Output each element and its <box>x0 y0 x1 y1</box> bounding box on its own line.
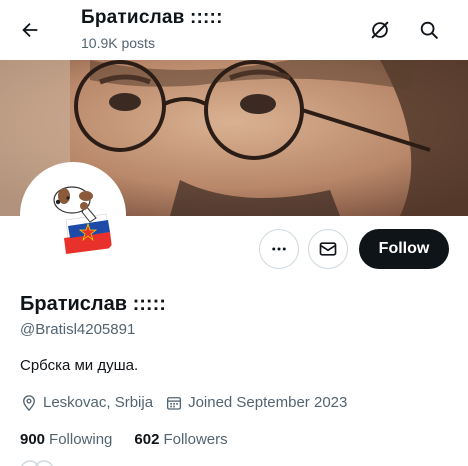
header-title: Братислав ::::: <box>81 7 223 28</box>
display-name: Братислав ::::: <box>20 293 166 315</box>
envelope-icon <box>319 242 337 256</box>
profile-meta: Leskovac, Srbija Joined September 2023 <box>20 393 359 413</box>
joined-item: Joined September 2023 <box>165 393 347 413</box>
grok-icon <box>371 21 389 39</box>
user-handle: @Bratisl4205891 <box>20 321 136 338</box>
grok-button[interactable] <box>364 14 396 46</box>
posts-count: 10.9K posts <box>81 35 155 51</box>
avatar-image <box>24 166 122 264</box>
more-options-button[interactable] <box>259 229 299 269</box>
message-button[interactable] <box>308 229 348 269</box>
header-title-block: Братислав ::::: 10.9K posts <box>81 6 223 53</box>
following-label: Following <box>49 431 113 448</box>
more-dots-icon <box>272 247 286 251</box>
back-arrow-icon <box>22 22 38 38</box>
joined-text: Joined September 2023 <box>188 394 348 411</box>
back-button[interactable] <box>14 14 46 46</box>
follow-button[interactable]: Follow <box>359 229 449 269</box>
followed-by-avatars-partial <box>21 460 53 466</box>
top-bar: Братислав ::::: 10.9K posts <box>0 0 468 60</box>
location-item: Leskovac, Srbija <box>20 393 153 413</box>
followers-label: Followers <box>163 431 228 448</box>
following-link[interactable]: 900 Following <box>20 430 112 450</box>
followers-link[interactable]: 602 Followers <box>134 430 227 450</box>
location-pin-icon <box>23 395 35 412</box>
profile-bio: Србска ми душа. <box>20 357 139 374</box>
followers-count: 602 <box>134 431 160 448</box>
following-count: 900 <box>20 431 46 448</box>
search-icon <box>420 21 438 39</box>
location-text: Leskovac, Srbija <box>43 394 154 411</box>
search-button[interactable] <box>413 14 445 46</box>
profile-stats: 900 Following 602 Followers <box>20 430 250 450</box>
calendar-icon <box>167 397 182 410</box>
profile-avatar[interactable] <box>20 162 126 268</box>
